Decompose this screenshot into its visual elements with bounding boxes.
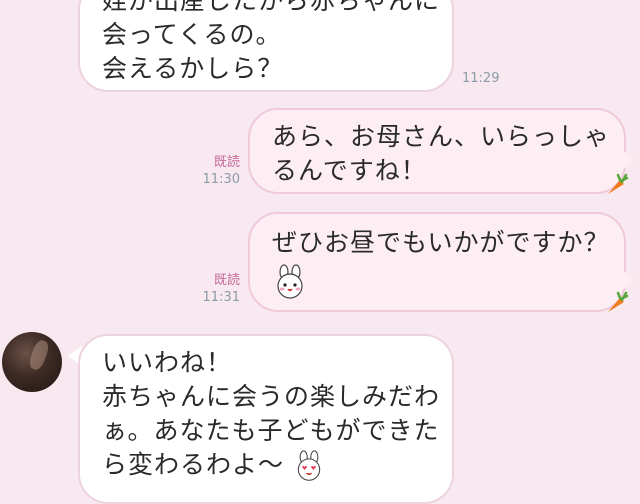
message-text-line: 姪が出産したから赤ちゃんに [102, 0, 441, 15]
message-bubble-outgoing[interactable]: ぜひお昼でもいかがですか？ [248, 212, 626, 312]
message-text-line: るんですね！ [272, 156, 427, 185]
timestamp: 11:31 [202, 290, 240, 305]
cony-bunny-icon [277, 264, 303, 299]
carrot-icon [608, 173, 629, 194]
message-text-line: ぜひお昼でもいかがですか？ [272, 228, 610, 257]
read-receipt: 既読 [213, 273, 240, 288]
timestamp: 11:30 [202, 172, 240, 187]
message-bubble-incoming[interactable]: いいわね！ 赤ちゃんに会うの楽しみだわ ぁ。あなたも子どもができた ら変わるわよ… [78, 334, 454, 504]
chat-view: 姪が出産したから赤ちゃんに 会ってくるの。 会えるかしら？ 11:29 あら、お… [0, 0, 640, 504]
bubble-tail [622, 270, 636, 290]
message-text-line: 会えるかしら？ [102, 54, 284, 83]
carrot-icon [608, 291, 629, 312]
message-text-line: 赤ちゃんに会うの楽しみだわ [102, 382, 441, 411]
read-receipt: 既読 [213, 155, 240, 170]
message-text-line-with-sticker: ら変わるわよ〜 [102, 448, 452, 482]
cony-heart-eyes-icon [297, 450, 321, 481]
bubble-tail [622, 150, 636, 170]
avatar[interactable] [2, 332, 62, 392]
message-meta: 既読 11:31 [196, 272, 240, 306]
message-text-line: ぁ。あなたも子どもができた [102, 416, 440, 445]
timestamp: 11:29 [462, 71, 500, 86]
message-text-line: 会ってくるの。 [102, 20, 282, 49]
message-text-line: いいわね！ [102, 348, 233, 377]
message-text-line: あら、お母さん、いらっしゃ [272, 122, 611, 151]
message-bubble-incoming[interactable]: 姪が出産したから赤ちゃんに 会ってくるの。 会えるかしら？ [78, 0, 454, 92]
avatar-highlight [27, 338, 51, 372]
message-bubble-outgoing[interactable]: あら、お母さん、いらっしゃ るんですね！ [248, 108, 626, 194]
message-meta: 11:29 [462, 70, 499, 87]
message-text: ら変わるわよ〜 [102, 450, 285, 479]
message-meta: 既読 11:30 [196, 154, 240, 188]
